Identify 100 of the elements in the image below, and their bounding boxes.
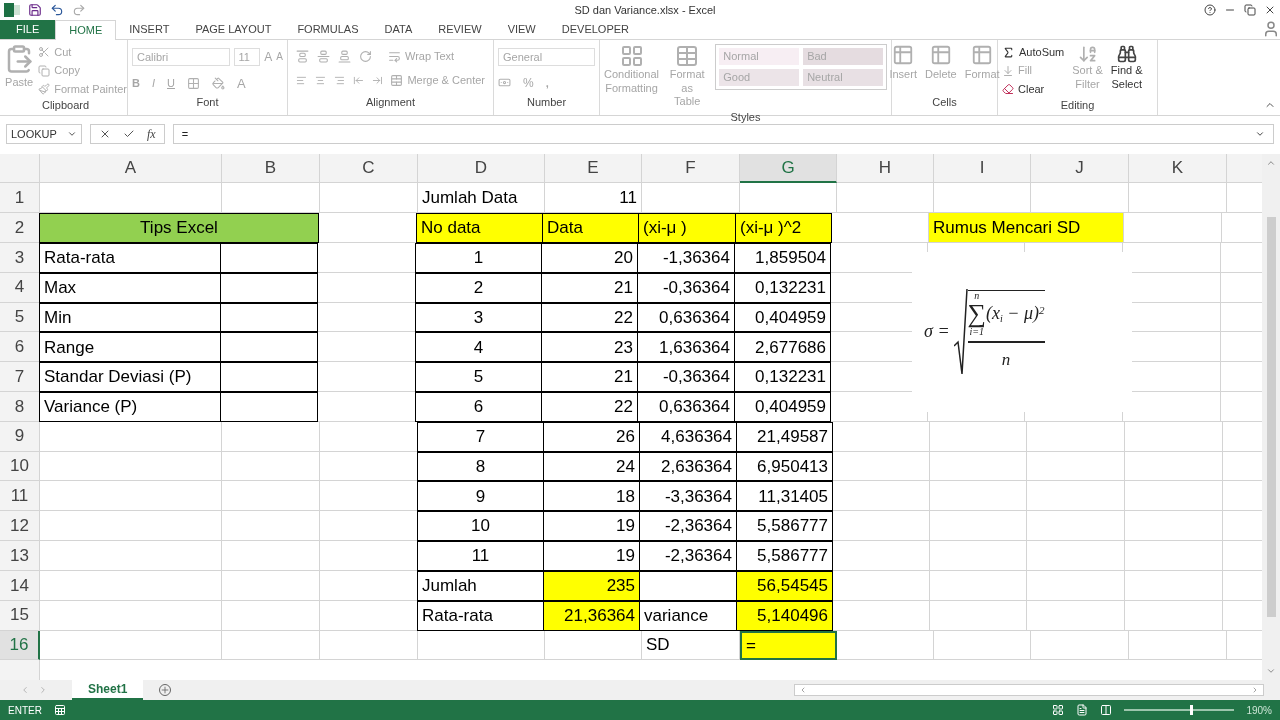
table-cell: -0,36364	[637, 362, 735, 392]
column-header[interactable]: B	[222, 153, 320, 184]
column-header[interactable]: K	[1129, 153, 1227, 184]
formula-lhs: σ =	[924, 320, 950, 344]
row-header[interactable]: 10	[0, 451, 40, 482]
group-label: Alignment	[366, 96, 415, 109]
row-header[interactable]	[0, 660, 40, 680]
table-cell: 8	[417, 451, 544, 482]
table-cell: 5	[415, 362, 542, 392]
column-header[interactable]: I	[934, 153, 1031, 184]
page-layout-icon[interactable]	[1076, 704, 1089, 717]
row-header[interactable]: 4	[0, 272, 40, 303]
column-header[interactable]: F	[642, 153, 740, 184]
table-cell: 23	[541, 332, 638, 363]
column-header[interactable]: D	[418, 153, 545, 184]
table-cell: 21,36364	[543, 600, 640, 631]
row-header[interactable]: 5	[0, 302, 40, 333]
table-cell: 0,636364	[637, 392, 735, 422]
table-cell: Standar Deviasi (P)	[39, 362, 221, 392]
table-cell: 5,586777	[736, 511, 833, 542]
prev-sheet-icon[interactable]	[20, 685, 30, 696]
table-cell: 2,677686	[734, 332, 831, 363]
ribbon-tab[interactable]: HOME	[55, 19, 117, 40]
horizontal-scrollbar[interactable]	[794, 684, 1264, 697]
table-cell: 24	[543, 451, 640, 482]
window-title: SD dan Variance.xlsx - Excel	[573, 2, 717, 18]
table-cell: Rumus Mencari SD	[929, 213, 1124, 243]
save-icon[interactable]	[28, 2, 42, 17]
row-header[interactable]: 6	[0, 332, 40, 363]
redo-icon[interactable]	[72, 2, 86, 17]
zoom-thumb[interactable]	[1190, 705, 1194, 716]
row-header[interactable]: 15	[0, 600, 40, 631]
vertical-scrollbar[interactable]	[1262, 153, 1280, 681]
table-cell: Data	[542, 213, 639, 243]
row-header[interactable]: 3	[0, 242, 40, 273]
table-cell: 5,140496	[736, 600, 833, 631]
ribbon-tab[interactable]: REVIEW	[425, 19, 495, 39]
column-header[interactable]: H	[837, 153, 934, 184]
column-header[interactable]: G	[740, 153, 837, 184]
ribbon-tab[interactable]: DEVELOPER	[548, 19, 642, 39]
table-cell: 6,950413	[736, 451, 833, 482]
table-cell: 56,54545	[736, 570, 833, 601]
ribbon-tab[interactable]: PAGE LAYOUT	[182, 19, 285, 39]
table-icon	[971, 43, 994, 66]
next-sheet-icon[interactable]	[38, 685, 48, 696]
insert-function-button[interactable]: fx	[147, 124, 156, 143]
table-cell: -2,36364	[639, 541, 737, 571]
table-cell: 22	[541, 392, 638, 422]
column-header[interactable]: C	[320, 153, 418, 184]
row-header[interactable]: 13	[0, 541, 40, 571]
table-cell: 11	[417, 541, 544, 571]
row-header[interactable]: 8	[0, 392, 40, 422]
table-cell: Tips Excel	[39, 213, 319, 243]
help-icon[interactable]	[1204, 3, 1216, 16]
column-header[interactable]: A	[40, 153, 222, 184]
table-cell: =	[740, 630, 837, 661]
row-header[interactable]: 12	[0, 511, 40, 542]
ribbon-tab[interactable]: VIEW	[494, 19, 549, 39]
group-label: Font	[196, 96, 219, 109]
restore-icon[interactable]	[1244, 3, 1256, 16]
table-cell: 7	[417, 421, 544, 452]
row-header[interactable]: 14	[0, 570, 40, 601]
ribbon-tab[interactable]: INSERT	[116, 19, 183, 39]
scissors-icon	[38, 46, 51, 59]
column-header[interactable]	[1227, 153, 1262, 184]
ribbon-tab[interactable]: DATA	[371, 19, 426, 39]
formula-input[interactable]: =	[172, 123, 1274, 144]
table-cell: 4	[415, 332, 542, 363]
group-label: Clipboard	[41, 99, 90, 112]
table-cell: 1	[415, 242, 542, 273]
select-all-corner[interactable]	[0, 153, 40, 184]
table-cell: (xi-μ )	[638, 213, 736, 243]
table-cell: Max	[39, 272, 221, 303]
name-box[interactable]: LOOKUP	[6, 123, 82, 144]
table-cell: Min	[39, 302, 221, 333]
table-cell: 5,586777	[736, 541, 833, 571]
macro-record-icon[interactable]	[53, 704, 66, 717]
table-cell: 235	[543, 570, 640, 601]
scroll-right-icon	[1251, 686, 1259, 695]
row-header[interactable]: 7	[0, 362, 40, 392]
row-header[interactable]: 9	[0, 421, 40, 452]
undo-icon[interactable]	[50, 2, 64, 17]
column-header[interactable]: E	[545, 153, 642, 184]
ribbon-tab[interactable]: FORMULAS	[284, 19, 372, 39]
row-header[interactable]: 2	[0, 213, 40, 243]
table-cell: 0,636364	[637, 302, 735, 333]
row-header[interactable]: 11	[0, 481, 40, 512]
normal-view-icon[interactable]	[1052, 704, 1065, 717]
table-icon	[675, 43, 700, 68]
table-cell: 2	[415, 272, 542, 303]
page-break-icon[interactable]	[1100, 704, 1113, 717]
group-label: Number	[526, 96, 567, 109]
table-cell: -2,36364	[639, 511, 737, 542]
table-cell: 19	[543, 511, 640, 542]
table-cell: Rata-rata	[39, 242, 221, 273]
column-header[interactable]: J	[1031, 153, 1129, 184]
row-header[interactable]: 1	[0, 183, 40, 214]
table-icon	[892, 43, 915, 66]
sheet-tab[interactable]: Sheet1	[72, 680, 144, 701]
row-header[interactable]: 16	[0, 630, 40, 661]
